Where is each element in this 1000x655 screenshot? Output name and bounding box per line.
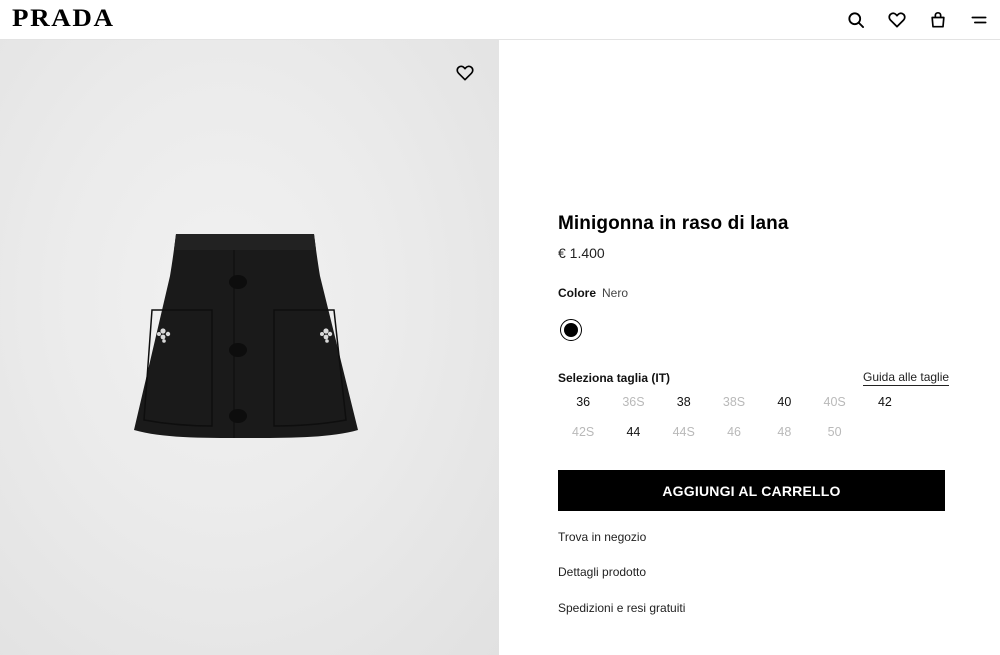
size-option[interactable]: 44 <box>608 425 658 440</box>
menu-icon[interactable] <box>967 8 991 32</box>
product-price: € 1.400 <box>558 245 605 261</box>
shipping-returns-link[interactable]: Spedizioni e resi gratuiti <box>558 601 685 615</box>
size-option[interactable]: 42S <box>558 425 608 440</box>
size-label: Seleziona taglia (IT) <box>558 371 671 385</box>
color-swatch-black[interactable] <box>560 319 582 341</box>
size-option[interactable]: 38S <box>709 395 759 410</box>
product-info-panel: Minigonna in raso di lana € 1.400 Colore… <box>499 40 1000 655</box>
bag-icon[interactable] <box>926 8 950 32</box>
size-option[interactable]: 40 <box>759 395 809 410</box>
wishlist-heart-icon[interactable] <box>455 63 475 83</box>
add-to-cart-button[interactable]: AGGIUNGI AL CARRELLO <box>558 470 945 511</box>
search-icon[interactable] <box>844 8 868 32</box>
size-option[interactable]: 40S <box>809 395 859 410</box>
size-option[interactable]: 46 <box>709 425 759 440</box>
color-value: Nero <box>602 286 629 300</box>
product-image <box>134 234 358 438</box>
heart-icon[interactable] <box>885 8 909 32</box>
color-row: Colore Nero <box>558 286 628 300</box>
product-details-link[interactable]: Dettagli prodotto <box>558 565 646 579</box>
size-grid: 36 36S 38 38S 40 40S 42 42S 44 44S 46 48… <box>558 395 908 440</box>
size-option[interactable]: 36 <box>558 395 608 410</box>
size-guide-link[interactable]: Guida alle taglie <box>863 370 950 386</box>
find-in-store-link[interactable]: Trova in negozio <box>558 530 646 544</box>
size-option[interactable]: 50 <box>809 425 859 440</box>
size-option[interactable]: 38 <box>659 395 709 410</box>
product-image-panel[interactable] <box>0 40 499 655</box>
product-title: Minigonna in raso di lana <box>558 213 789 234</box>
prada-logo[interactable]: PRADA <box>12 5 115 33</box>
size-option[interactable]: 48 <box>759 425 809 440</box>
swatch-dot <box>564 323 578 337</box>
color-label: Colore <box>558 286 597 300</box>
top-header: PRADA <box>0 0 1000 40</box>
size-option[interactable]: 44S <box>659 425 709 440</box>
size-option[interactable]: 36S <box>608 395 658 410</box>
size-option[interactable]: 42 <box>860 395 910 410</box>
